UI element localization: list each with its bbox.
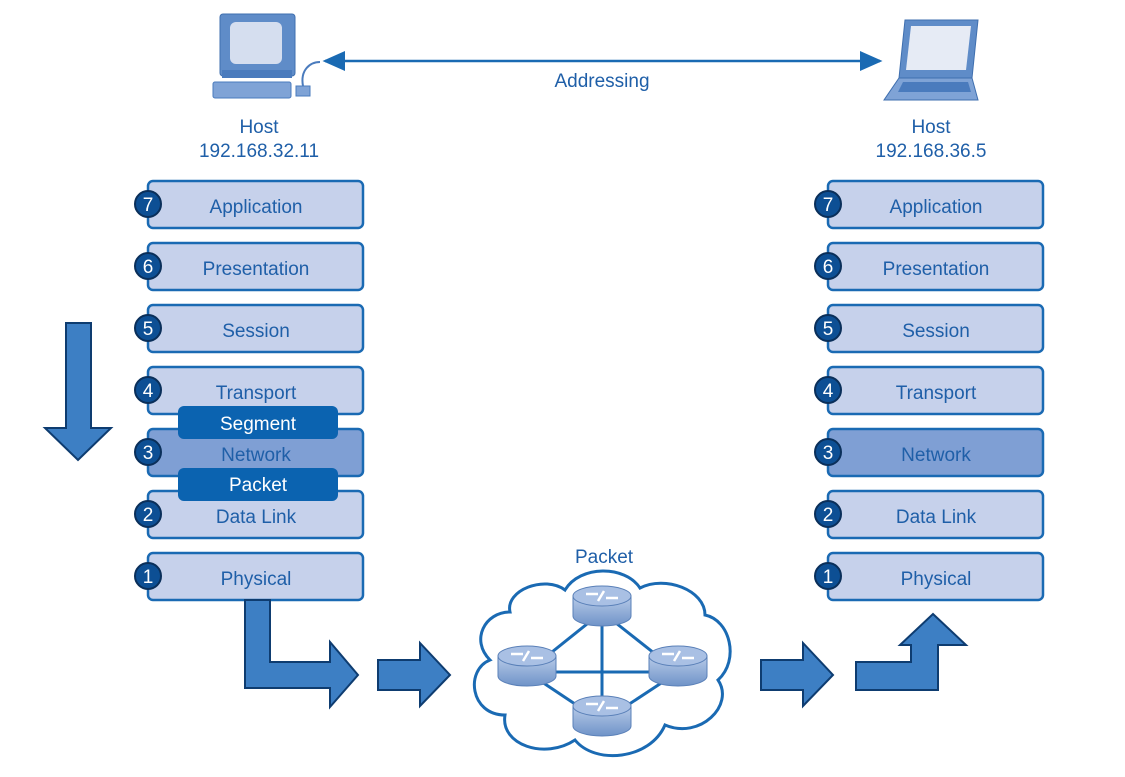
svg-text:Segment: Segment: [220, 414, 297, 435]
svg-text:1: 1: [143, 567, 154, 588]
layer-number-badge: 7: [814, 190, 842, 218]
layer-number-badge: 5: [134, 314, 162, 342]
to-network-arrow: [377, 640, 452, 709]
svg-text:6: 6: [823, 257, 834, 278]
layer-name: Application: [210, 197, 303, 218]
physical-out-arrow: [244, 599, 360, 710]
layer-presentation: Presentation 6: [814, 241, 1045, 292]
layer-data-link: Data Link 2: [814, 489, 1045, 540]
osi-network-layer-diagram: Addressing Host 192.168.32.11 Host 192.1…: [42, 13, 1045, 758]
svg-text:7: 7: [143, 195, 154, 216]
svg-text:7: 7: [823, 195, 834, 216]
dest-host-ip: 192.168.36.5: [876, 141, 987, 162]
svg-text:2: 2: [823, 505, 834, 526]
layer-session: Session 5: [134, 303, 365, 354]
layer-application: Application 7: [814, 179, 1045, 230]
layer-number-badge: 3: [134, 438, 162, 466]
layer-name: Presentation: [203, 259, 310, 280]
segment-pdu-label: Segment: [178, 406, 338, 439]
router-icon: [572, 585, 632, 627]
svg-text:3: 3: [143, 443, 154, 464]
svg-text:1: 1: [823, 567, 834, 588]
layer-transport: Transport 4: [814, 365, 1045, 416]
svg-text:3: 3: [823, 443, 834, 464]
layer-number-badge: 2: [814, 500, 842, 528]
laptop-icon: [883, 19, 979, 101]
packet-pdu-label: Packet: [178, 468, 338, 501]
network-packet-label: Packet: [575, 547, 634, 568]
layer-name: Presentation: [883, 259, 990, 280]
layer-number-badge: 3: [814, 438, 842, 466]
layer-name: Physical: [221, 569, 292, 590]
svg-text:4: 4: [823, 381, 834, 402]
layer-name: Network: [221, 445, 291, 466]
svg-text:5: 5: [143, 319, 154, 340]
router-icon: [572, 695, 632, 737]
svg-text:Packet: Packet: [229, 475, 288, 496]
layer-presentation: Presentation 6: [134, 241, 365, 292]
svg-text:5: 5: [823, 319, 834, 340]
layer-physical: Physical 1: [134, 551, 365, 602]
addressing-label: Addressing: [554, 71, 649, 92]
layer-name: Transport: [896, 383, 977, 404]
layer-name: Network: [901, 445, 971, 466]
layer-number-badge: 5: [814, 314, 842, 342]
router-icon: [497, 645, 557, 687]
svg-text:2: 2: [143, 505, 154, 526]
layer-number-badge: 7: [134, 190, 162, 218]
svg-text:4: 4: [143, 381, 154, 402]
layer-name: Application: [890, 197, 983, 218]
layer-number-badge: 1: [134, 562, 162, 590]
svg-text:6: 6: [143, 257, 154, 278]
layer-name: Data Link: [216, 507, 297, 528]
physical-in-arrow: [855, 612, 969, 691]
router-icon: [648, 645, 708, 687]
layer-name: Data Link: [896, 507, 977, 528]
down-encapsulation-arrow: [42, 322, 114, 462]
source-host-ip: 192.168.32.11: [199, 141, 319, 162]
layer-number-badge: 6: [814, 252, 842, 280]
source-osi-stack: Application 7 Presentation 6 Session 5 Transpo…: [134, 179, 365, 602]
dest-osi-stack: Application 7 Presentation 6 Session 5 Transpo…: [814, 179, 1045, 602]
layer-name: Session: [902, 321, 970, 342]
layer-application: Application 7: [134, 179, 365, 230]
from-network-arrow: [760, 640, 835, 709]
dest-host-label: Host: [911, 117, 951, 138]
layer-session: Session 5: [814, 303, 1045, 354]
router-cloud-icon: [473, 569, 732, 758]
layer-number-badge: 4: [814, 376, 842, 404]
layer-number-badge: 1: [814, 562, 842, 590]
layer-number-badge: 6: [134, 252, 162, 280]
layer-name: Physical: [901, 569, 972, 590]
layer-name: Session: [222, 321, 290, 342]
layer-name: Transport: [216, 383, 297, 404]
layer-network: Network 3: [814, 427, 1045, 478]
layer-number-badge: 4: [134, 376, 162, 404]
layer-physical: Physical 1: [814, 551, 1045, 602]
desktop-computer-icon: [212, 13, 321, 99]
source-host-label: Host: [239, 117, 279, 138]
layer-number-badge: 2: [134, 500, 162, 528]
